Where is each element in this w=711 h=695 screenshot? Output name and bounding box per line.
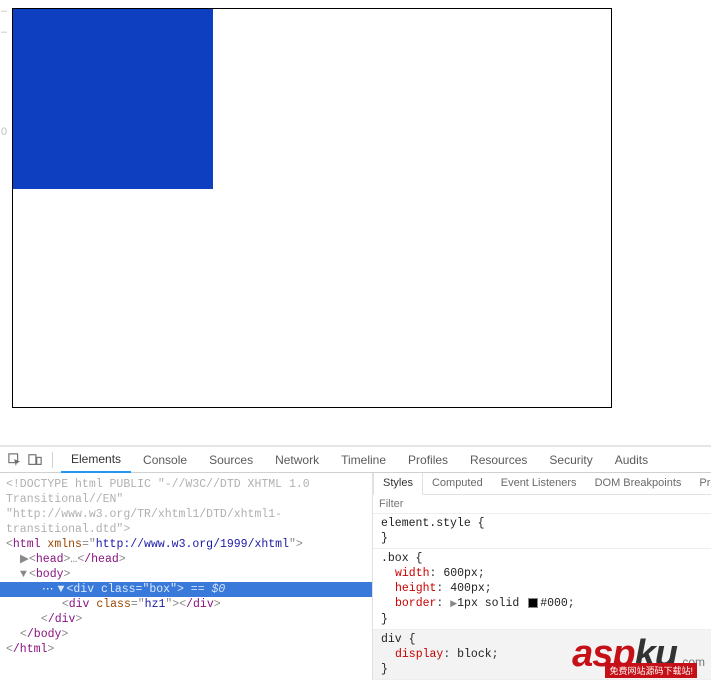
styles-panel: Styles Computed Event Listeners DOM Brea… — [372, 473, 711, 680]
styles-tab-styles[interactable]: Styles — [373, 473, 423, 495]
body-open-node[interactable]: ▼<body> — [6, 567, 372, 582]
tab-console[interactable]: Console — [133, 448, 197, 472]
tab-audits[interactable]: Audits — [605, 448, 658, 472]
html-open-node[interactable]: <html xmlns="http://www.w3.org/1999/xhtm… — [6, 537, 372, 552]
page-viewport: ––0 — [0, 0, 711, 445]
tab-network[interactable]: Network — [265, 448, 329, 472]
styles-filter-input[interactable] — [373, 495, 711, 513]
doctype-node[interactable]: <!DOCTYPE html PUBLIC "-//W3C//DTD XHTML… — [6, 477, 372, 537]
head-node[interactable]: ▶<head>…</head> — [6, 552, 372, 567]
tab-profiles[interactable]: Profiles — [398, 448, 458, 472]
rule-box[interactable]: .box { width: 600px; height: 400px; bord… — [373, 549, 711, 630]
tab-resources[interactable]: Resources — [460, 448, 537, 472]
tab-elements[interactable]: Elements — [61, 447, 131, 473]
devtools: Elements Console Sources Network Timelin… — [0, 445, 711, 680]
tab-timeline[interactable]: Timeline — [331, 448, 396, 472]
div-close-node[interactable]: </div> — [6, 612, 372, 627]
rule-element-style[interactable]: element.style { } — [373, 514, 711, 549]
styles-tab-computed[interactable]: Computed — [423, 473, 492, 494]
styles-tabbar: Styles Computed Event Listeners DOM Brea… — [373, 473, 711, 495]
html-close-node[interactable]: </html> — [6, 642, 372, 657]
tab-sources[interactable]: Sources — [199, 448, 263, 472]
tab-separator — [52, 452, 53, 468]
ruler-gutter: ––0 — [0, 0, 6, 445]
tab-security[interactable]: Security — [539, 448, 602, 472]
inspect-element-icon[interactable] — [6, 451, 24, 469]
styles-tab-event-listeners[interactable]: Event Listeners — [492, 473, 586, 494]
elements-panel[interactable]: <!DOCTYPE html PUBLIC "-//W3C//DTD XHTML… — [0, 473, 372, 680]
devtools-tabbar: Elements Console Sources Network Timelin… — [0, 447, 711, 473]
selected-div-box-node[interactable]: ⋯▼<div class="box"> == $0 — [0, 582, 372, 597]
styles-tab-dom-breakpoints[interactable]: DOM Breakpoints — [586, 473, 691, 494]
rendered-hz1 — [13, 9, 213, 189]
device-mode-icon[interactable] — [26, 451, 44, 469]
rule-div[interactable]: div { display: block; } — [373, 630, 711, 680]
styles-tab-properties[interactable]: Proper — [690, 473, 711, 494]
div-hz1-node[interactable]: <div class="hz1"></div> — [6, 597, 372, 612]
color-swatch-icon[interactable] — [528, 598, 538, 608]
styles-filter — [373, 495, 711, 514]
body-close-node[interactable]: </body> — [6, 627, 372, 642]
rendered-box — [12, 8, 612, 408]
